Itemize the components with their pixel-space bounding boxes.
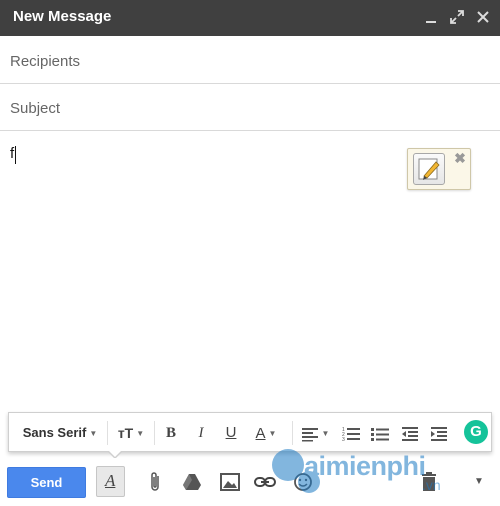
attach-icon[interactable] bbox=[143, 469, 169, 495]
toolbar-pointer-fill bbox=[109, 451, 121, 457]
emoji-icon[interactable] bbox=[290, 469, 316, 495]
subject-row bbox=[0, 84, 500, 131]
photo-icon[interactable] bbox=[217, 469, 243, 495]
more-options-icon[interactable]: ▼ bbox=[466, 469, 492, 495]
chevron-down-icon: ▼ bbox=[136, 429, 145, 439]
compose-bottom-toolbar: Send A ▼ bbox=[0, 458, 500, 506]
chevron-down-icon: ▼ bbox=[321, 429, 330, 439]
align-icon[interactable]: ▼ bbox=[298, 421, 332, 445]
divider bbox=[107, 421, 108, 445]
numbered-list-icon[interactable]: 1 2 3 bbox=[339, 421, 363, 445]
indent-less-icon[interactable] bbox=[398, 421, 422, 445]
expand-icon[interactable] bbox=[446, 6, 468, 28]
text-caret bbox=[15, 146, 16, 164]
recipients-row bbox=[0, 37, 500, 84]
formatting-toolbar: Sans Serif ▼ тT ▼ B I U A ▼ ▼ 1 2 3 G bbox=[8, 412, 492, 459]
close-icon[interactable] bbox=[472, 6, 494, 28]
window-title: New Message bbox=[13, 8, 112, 25]
body-text: f bbox=[10, 145, 15, 162]
bold-icon[interactable]: B bbox=[160, 421, 182, 445]
chevron-down-icon: ▼ bbox=[89, 428, 98, 438]
text-color-glyph: A bbox=[255, 425, 266, 442]
font-family-value: Sans Serif bbox=[22, 425, 87, 440]
compose-titlebar[interactable]: New Message bbox=[0, 0, 500, 36]
formatting-options-button[interactable]: A bbox=[96, 466, 125, 497]
font-family-select[interactable]: Sans Serif ▼ bbox=[17, 421, 103, 445]
bulleted-list-icon[interactable] bbox=[368, 421, 392, 445]
formatting-icon: A bbox=[105, 471, 116, 490]
note-widget: ✖ bbox=[407, 148, 471, 190]
divider bbox=[292, 421, 293, 445]
divider bbox=[154, 421, 155, 445]
svg-text:3: 3 bbox=[342, 437, 345, 442]
indent-more-icon[interactable] bbox=[427, 421, 451, 445]
minimize-icon[interactable] bbox=[420, 6, 442, 28]
subject-input[interactable] bbox=[10, 97, 480, 119]
link-icon[interactable] bbox=[252, 469, 278, 495]
note-close-icon[interactable]: ✖ bbox=[453, 150, 467, 166]
send-button[interactable]: Send bbox=[7, 467, 86, 498]
text-size-icon[interactable]: тT ▼ bbox=[113, 421, 149, 445]
trash-icon[interactable] bbox=[416, 469, 442, 495]
underline-icon[interactable]: U bbox=[220, 421, 242, 445]
pencil-note-icon[interactable] bbox=[413, 153, 445, 185]
text-size-glyph: тT bbox=[117, 425, 134, 441]
drive-icon[interactable] bbox=[179, 469, 205, 495]
italic-icon[interactable]: I bbox=[190, 421, 212, 445]
chevron-down-icon: ▼ bbox=[268, 429, 277, 439]
text-color-icon[interactable]: A ▼ bbox=[249, 421, 283, 445]
grammarly-icon[interactable]: G bbox=[464, 420, 488, 444]
recipients-input[interactable] bbox=[10, 50, 480, 72]
